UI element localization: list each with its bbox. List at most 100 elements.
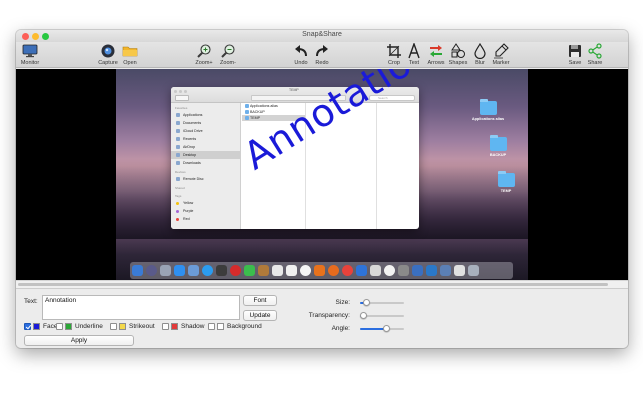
app-window: Snap&Share Monitor Capture Open Zoom+ Zo…	[16, 30, 628, 348]
monitor-label: Monitor	[20, 60, 40, 66]
font-button[interactable]: Font	[243, 295, 277, 306]
folder-icon	[497, 171, 515, 187]
face-option[interactable]: Face	[24, 323, 57, 330]
shadow-color-swatch[interactable]	[171, 323, 178, 330]
underline-color-swatch[interactable]	[65, 323, 72, 330]
shadow-checkbox[interactable]	[162, 323, 169, 330]
folder-icon	[489, 135, 507, 151]
finder-title: TEMP	[289, 88, 299, 92]
background-option[interactable]: Background	[208, 323, 262, 330]
preview-app-icon	[188, 265, 199, 276]
desktop-icon: Applications alias	[468, 99, 508, 121]
text-options-panel: Text: Annotation Font Update Face Underl…	[16, 288, 628, 348]
transparency-label: Transparency:	[308, 312, 350, 319]
finder-devices-header: Devices	[175, 170, 186, 174]
editor-canvas[interactable]: TEMP Search Favorites Applications Docum…	[16, 69, 628, 280]
finder-shared-header: Shared	[175, 186, 185, 190]
share-icon	[588, 43, 602, 59]
zoom-out-label: Zoom-	[220, 60, 236, 66]
zoom-out-icon	[221, 44, 235, 58]
marker-icon	[494, 43, 509, 59]
finder-sidebar-item-selected: Desktop	[171, 151, 240, 159]
arrows-label: Arrows	[427, 60, 445, 66]
firefox-app-icon	[328, 265, 339, 276]
books-app-icon	[314, 265, 325, 276]
text-tool-label: Text	[408, 60, 420, 66]
finder-sidebar-item: Remote Disc	[171, 175, 240, 183]
dock	[130, 262, 513, 279]
strikeout-checkbox[interactable]	[110, 323, 117, 330]
folder-icon	[122, 46, 138, 57]
notes-app-icon	[258, 265, 269, 276]
applications-folder-icon	[479, 99, 497, 115]
face-color-swatch[interactable]	[33, 323, 40, 330]
redo-button[interactable]: Redo	[309, 43, 335, 66]
calendar-app-icon	[272, 265, 283, 276]
shadow-option[interactable]: Shadow	[162, 323, 205, 330]
underline-checkbox[interactable]	[56, 323, 63, 330]
transparency-slider[interactable]	[360, 312, 404, 319]
siri-app-icon	[146, 265, 157, 276]
zoom-out-button[interactable]: Zoom-	[215, 43, 241, 66]
captured-screenshot[interactable]: TEMP Search Favorites Applications Docum…	[116, 69, 528, 280]
app-icon	[412, 265, 423, 276]
finder-tag-item: Purple	[171, 207, 240, 215]
background-color-swatch[interactable]	[217, 323, 224, 330]
text-label: Text:	[24, 298, 38, 305]
app-icon	[356, 265, 367, 276]
crop-label: Crop	[388, 60, 400, 66]
shadow-label: Shadow	[181, 323, 205, 330]
blur-drop-icon	[474, 43, 486, 59]
open-button[interactable]: Open	[117, 43, 143, 66]
open-label: Open	[123, 60, 137, 66]
angle-slider[interactable]	[360, 325, 404, 332]
safari-app-icon	[202, 265, 213, 276]
toolbar: Monitor Capture Open Zoom+ Zoom- Undo Re…	[16, 42, 628, 68]
underline-label: Underline	[75, 323, 103, 330]
size-label: Size:	[335, 299, 350, 306]
app-icon	[216, 265, 227, 276]
transparency-slider-knob[interactable]	[360, 312, 367, 319]
horizontal-scrollbar[interactable]	[16, 280, 628, 288]
angle-slider-knob[interactable]	[382, 325, 390, 332]
share-button[interactable]: Share	[582, 43, 608, 66]
zoom-in-button[interactable]: Zoom+	[191, 43, 217, 66]
desktop-icon: BACKUP	[478, 135, 518, 157]
underline-option[interactable]: Underline	[56, 323, 103, 330]
scrollbar-thumb[interactable]	[18, 283, 608, 286]
zoom-in-icon	[197, 44, 211, 58]
apply-button[interactable]: Apply	[24, 335, 134, 346]
monitor-icon	[22, 44, 38, 58]
finder-max-dot	[184, 90, 187, 93]
strikeout-color-swatch[interactable]	[119, 323, 126, 330]
undo-arrow-icon	[295, 45, 307, 57]
background-checkbox[interactable]	[208, 323, 215, 330]
app-icon	[426, 265, 437, 276]
size-slider[interactable]	[360, 299, 404, 306]
face-checkbox[interactable]	[24, 323, 31, 330]
update-button[interactable]: Update	[243, 310, 277, 321]
annotation-text-input[interactable]: Annotation	[42, 295, 240, 320]
size-slider-knob[interactable]	[363, 299, 371, 306]
finder-close-dot	[174, 90, 177, 93]
app-icon	[370, 265, 381, 276]
app-icon	[398, 265, 409, 276]
monitor-button[interactable]: Monitor	[17, 43, 43, 66]
messages-app-icon	[244, 265, 255, 276]
capture-label: Capture	[98, 60, 118, 66]
finder-tag-item: Red	[171, 215, 240, 223]
strikeout-option[interactable]: Strikeout	[110, 323, 155, 330]
redo-arrow-icon	[316, 45, 328, 57]
music-app-icon	[300, 265, 311, 276]
save-disk-icon	[569, 45, 581, 57]
marker-button[interactable]: Marker	[488, 43, 514, 66]
crop-icon	[387, 44, 401, 58]
finder-sidebar-item: AirDrop	[171, 143, 240, 151]
desktop-icon: TEMP	[486, 171, 526, 193]
title-bar: Snap&Share	[16, 30, 628, 42]
opera-app-icon	[230, 265, 241, 276]
shapes-icon	[451, 43, 465, 58]
app-icon	[454, 265, 465, 276]
finder-nav-buttons	[175, 95, 189, 101]
background-label: Background	[227, 323, 262, 330]
